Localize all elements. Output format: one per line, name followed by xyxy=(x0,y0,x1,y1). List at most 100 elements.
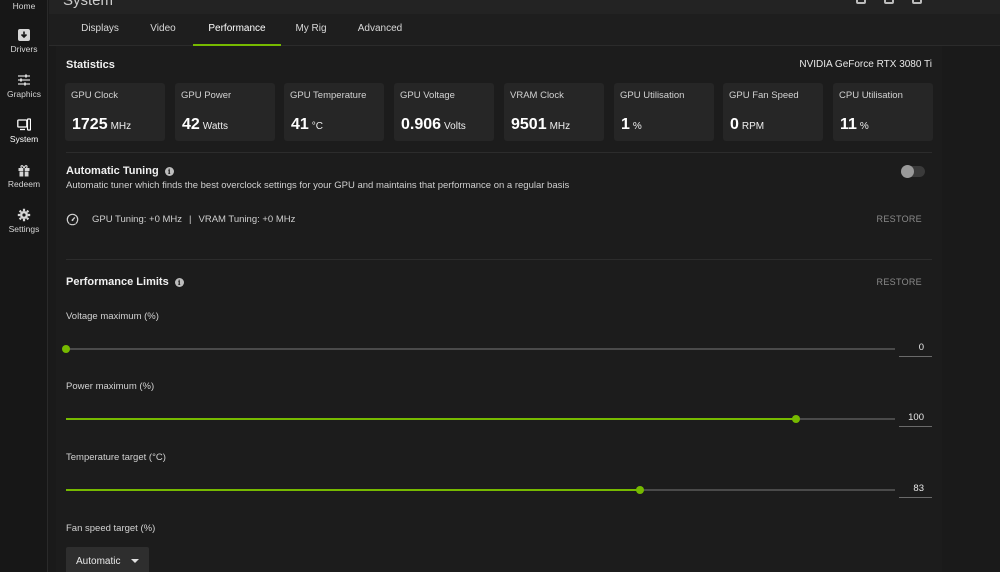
gift-icon xyxy=(18,165,30,177)
divider xyxy=(66,259,932,260)
tab-my-rig[interactable]: My Rig xyxy=(290,14,332,46)
temperature-target-value[interactable]: 83 xyxy=(899,482,932,498)
vram-tuning-value: VRAM Tuning: +0 MHz xyxy=(198,214,296,225)
stat-value: 41 °C xyxy=(291,116,323,134)
automatic-tuning-title: Automatic Tuning xyxy=(66,165,159,177)
stat-number: 0 xyxy=(730,116,739,133)
stat-card-gpu-voltage: GPU Voltage 0.906 Volts xyxy=(394,83,494,141)
tab-advanced[interactable]: Advanced xyxy=(351,14,409,46)
stat-unit: Volts xyxy=(444,121,466,132)
stat-card-gpu-power: GPU Power 42 Watts xyxy=(175,83,275,141)
auto-tuning-restore-button[interactable]: RESTORE xyxy=(877,214,922,224)
stat-label: CPU Utilisation xyxy=(839,90,903,101)
slider-fill xyxy=(66,418,796,420)
stat-label: GPU Utilisation xyxy=(620,90,685,101)
sidebar-item-label: Home xyxy=(12,1,36,11)
stat-unit: MHz xyxy=(110,121,132,132)
stat-number: 1725 xyxy=(72,116,108,133)
page-title: System xyxy=(63,0,114,9)
stat-value: 1% xyxy=(621,116,642,134)
speedometer-icon xyxy=(66,213,79,226)
voltage-maximum-value[interactable]: 0 xyxy=(899,341,932,357)
stat-unit: °C xyxy=(311,121,324,132)
controller-icon[interactable] xyxy=(912,0,922,4)
statistics-title: Statistics xyxy=(66,59,115,71)
tab-performance[interactable]: Performance xyxy=(193,14,281,46)
stat-label: GPU Temperature xyxy=(290,90,367,101)
stat-unit: % xyxy=(632,121,642,132)
power-maximum-slider[interactable] xyxy=(66,412,895,426)
power-maximum-label: Power maximum (%) xyxy=(66,381,155,392)
stat-card-gpu-utilisation: GPU Utilisation 1% xyxy=(614,83,714,141)
stat-number: 41 xyxy=(291,116,309,133)
separator: | xyxy=(189,214,192,225)
stat-card-cpu-utilisation: CPU Utilisation 11% xyxy=(833,83,933,141)
performance-limits-title: Performance Limits xyxy=(66,276,169,288)
stat-number: 42 xyxy=(182,116,200,133)
stat-value: 0.906 Volts xyxy=(401,116,466,134)
voltage-maximum-slider[interactable] xyxy=(62,342,895,356)
tab-video[interactable]: Video xyxy=(143,14,183,46)
stat-card-gpu-fan-speed: GPU Fan Speed 0 RPM xyxy=(723,83,823,141)
stat-label: VRAM Clock xyxy=(510,90,564,101)
tuning-status: GPU Tuning: +0 MHz | VRAM Tuning: +0 MHz xyxy=(66,213,295,226)
slider-fill xyxy=(66,489,641,491)
stat-value: 11% xyxy=(840,116,869,134)
sidebar-item-home[interactable]: Home xyxy=(0,0,48,11)
slider-thumb[interactable] xyxy=(62,345,70,353)
divider xyxy=(66,152,932,153)
slider-thumb[interactable] xyxy=(791,415,800,423)
performance-limits-heading: Performance Limits i xyxy=(66,276,184,288)
performance-limits-restore-button[interactable]: RESTORE xyxy=(877,277,922,287)
info-icon[interactable]: i xyxy=(174,277,184,287)
sidebar: Home Drivers Graphics System Redeem Sett… xyxy=(0,0,48,572)
slider-thumb[interactable] xyxy=(636,486,645,494)
stat-label: GPU Fan Speed xyxy=(729,90,799,101)
fan-speed-target-label: Fan speed target (%) xyxy=(66,523,156,534)
voltage-maximum-label: Voltage maximum (%) xyxy=(66,311,159,322)
stat-unit: % xyxy=(859,121,869,132)
stat-unit: RPM xyxy=(741,121,765,132)
automatic-tuning-description: Automatic tuner which finds the best ove… xyxy=(66,180,570,191)
notification-icon[interactable] xyxy=(856,0,866,4)
sidebar-item-label: System xyxy=(9,134,39,144)
sidebar-item-settings[interactable]: Settings xyxy=(0,208,48,234)
chevron-down-icon xyxy=(131,559,139,563)
gpu-name: NVIDIA GeForce RTX 3080 Ti xyxy=(799,59,932,70)
stat-label: GPU Voltage xyxy=(400,90,455,101)
sidebar-item-drivers[interactable]: Drivers xyxy=(0,28,48,54)
stat-unit: MHz xyxy=(549,121,571,132)
sidebar-item-label: Redeem xyxy=(7,179,41,189)
stat-value: 1725 MHz xyxy=(72,116,131,134)
stat-number: 9501 xyxy=(511,116,547,133)
slider-track xyxy=(66,348,895,350)
power-maximum-value[interactable]: 100 xyxy=(899,411,932,427)
toggle-knob xyxy=(901,165,914,178)
tab-displays[interactable]: Displays xyxy=(72,14,128,46)
header-icons xyxy=(856,0,922,4)
window-header: System xyxy=(49,0,1000,14)
sidebar-item-system[interactable]: System xyxy=(0,118,48,144)
gear-icon xyxy=(17,208,31,222)
share-icon[interactable] xyxy=(884,0,894,4)
fan-speed-dropdown[interactable]: Automatic xyxy=(66,547,149,572)
sliders-icon xyxy=(18,74,30,86)
info-icon[interactable]: i xyxy=(164,166,174,176)
fan-speed-selected: Automatic xyxy=(76,556,121,567)
sidebar-item-label: Drivers xyxy=(10,44,38,54)
temperature-target-label: Temperature target (°C) xyxy=(66,452,166,463)
automatic-tuning-heading: Automatic Tuning i xyxy=(66,165,174,177)
stat-card-gpu-clock: GPU Clock 1725 MHz xyxy=(65,83,165,141)
sidebar-item-label: Settings xyxy=(8,224,40,234)
stat-card-gpu-temperature: GPU Temperature 41 °C xyxy=(284,83,384,141)
performance-panel: Statistics NVIDIA GeForce RTX 3080 Ti GP… xyxy=(56,46,942,572)
stat-number: 1 xyxy=(621,116,630,133)
stat-number: 0.906 xyxy=(401,116,442,133)
stat-card-vram-clock: VRAM Clock 9501 MHz xyxy=(504,83,604,141)
temperature-target-slider[interactable] xyxy=(66,483,895,497)
stat-value: 42 Watts xyxy=(182,116,228,134)
stat-value: 0 RPM xyxy=(730,116,764,134)
automatic-tuning-toggle[interactable] xyxy=(901,165,925,178)
sidebar-item-graphics[interactable]: Graphics xyxy=(0,73,48,99)
sidebar-item-redeem[interactable]: Redeem xyxy=(0,163,48,189)
